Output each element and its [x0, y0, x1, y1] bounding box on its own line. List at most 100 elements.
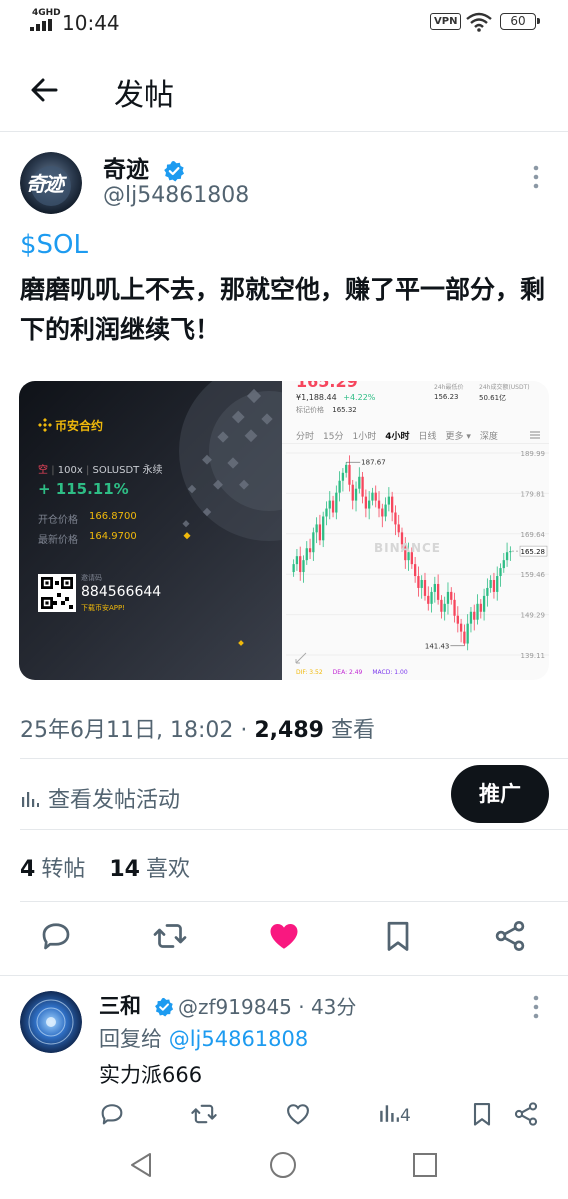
author-avatar[interactable]: 奇迹	[20, 152, 82, 214]
candle-body	[436, 583, 440, 600]
mark-price-row: 标记价格 165.32	[296, 405, 357, 415]
reply-share-button[interactable]	[512, 1100, 540, 1128]
price-cny-row: ¥1,188.44 +4.22%	[296, 393, 375, 402]
candle-body	[473, 611, 476, 620]
post-activity-link[interactable]: 查看发帖活动	[20, 782, 180, 814]
tab-divider	[282, 443, 549, 444]
candle-body	[322, 516, 325, 541]
candle-body	[459, 623, 463, 632]
candle-body	[315, 524, 318, 533]
high-label: 187.67	[361, 459, 386, 467]
candle-body	[328, 500, 331, 509]
candle-body	[325, 508, 328, 517]
candle-body	[502, 560, 505, 569]
views-icon	[380, 1105, 399, 1122]
reply-more-button[interactable]	[528, 994, 544, 1020]
analytics-icon	[22, 792, 39, 807]
candle-body	[496, 576, 499, 592]
interval-tab: 深度	[479, 432, 498, 442]
avatar-text: 奇迹	[26, 172, 64, 196]
reposts-count: 4	[20, 857, 36, 882]
candle-body	[492, 580, 496, 592]
candle-body	[299, 556, 302, 573]
candle-body	[440, 599, 443, 612]
cashtag-link[interactable]: $SOL	[20, 230, 88, 260]
reposts-stat[interactable]: 4 转帖	[20, 857, 85, 882]
macd-row: DIF: 3.52 DEA: 2.49 MACD: 1.00	[296, 669, 418, 676]
post-media[interactable]: 币安合约 空 | 100x | SOLUSDT 永续 + 115.11% 开仓价…	[19, 381, 549, 680]
candle-body	[433, 583, 436, 592]
candle-body	[482, 595, 486, 612]
more-vertical-icon	[533, 165, 539, 189]
author-handle[interactable]: @lj54861808	[103, 183, 249, 208]
likes-stat[interactable]: 14 喜欢	[109, 857, 190, 882]
low24-label: 24h最低价	[434, 384, 464, 391]
interval-tab: 4小时	[385, 432, 410, 442]
reply-handle[interactable]: @zf919845 · 43分	[178, 991, 356, 1020]
candle-body	[348, 464, 351, 485]
low-label: 141.43	[425, 642, 450, 650]
repost-button[interactable]	[152, 918, 188, 954]
candle-body	[351, 484, 354, 501]
candle-body	[397, 524, 400, 533]
reply-repost-button[interactable]	[190, 1100, 218, 1128]
candle-body	[371, 492, 374, 501]
candle-body	[479, 603, 482, 612]
nav-recents-icon[interactable]	[411, 1151, 439, 1179]
open-price-label: 开仓价格	[38, 515, 78, 526]
reply-avatar[interactable]	[20, 991, 82, 1053]
back-button[interactable]	[22, 70, 66, 110]
invite-label: 邀请码	[81, 574, 102, 582]
verified-badge-icon	[164, 160, 185, 181]
actions-divider	[0, 975, 568, 976]
interval-tab: 更多 ▾	[445, 432, 471, 442]
candle-body	[476, 603, 479, 620]
candle-body	[450, 591, 453, 600]
candle-body	[391, 496, 394, 513]
qr-code-icon	[41, 577, 73, 609]
vol24-label: 24h成交额(USDT)	[479, 384, 530, 391]
reply-like-button[interactable]	[284, 1100, 312, 1128]
author-name-text: 奇迹	[103, 157, 149, 183]
candle-body	[387, 496, 391, 505]
download-label: 下载币安APP!	[81, 604, 126, 612]
signal-icon	[30, 19, 52, 31]
share-button[interactable]	[492, 918, 528, 954]
post-body: 磨磨叽叽上不去，那就空他，赚了平一部分，剩下的利润继续飞！	[20, 275, 546, 344]
promote-button[interactable]: 推广	[451, 765, 549, 823]
nav-back-icon[interactable]	[126, 1150, 156, 1180]
candle-body	[466, 623, 469, 644]
y-tick-label: 189.99	[521, 450, 546, 458]
candle-body	[381, 508, 384, 517]
candle-body	[456, 615, 459, 624]
reply-button[interactable]	[38, 918, 74, 954]
candle-body	[430, 591, 433, 604]
page-title: 发帖	[114, 78, 174, 113]
candle-body	[338, 480, 341, 493]
bookmark-button[interactable]	[380, 918, 416, 954]
reply-bookmark-button[interactable]	[468, 1100, 496, 1128]
qr-code	[38, 574, 76, 612]
candle-body	[345, 464, 348, 473]
stats-divider	[20, 901, 568, 902]
reply-author[interactable]: 三和	[99, 990, 174, 1020]
reply-views-button[interactable]: 4	[378, 1102, 411, 1126]
share-icon	[495, 921, 525, 951]
like-button[interactable]	[266, 918, 302, 954]
reply-to-handle[interactable]: @lj54861808	[169, 1027, 309, 1051]
share-icon	[514, 1102, 538, 1126]
author-name[interactable]: 奇迹	[103, 150, 185, 184]
more-options-button[interactable]	[528, 164, 544, 190]
nav-home-icon[interactable]	[268, 1150, 298, 1180]
candle-body	[358, 476, 361, 489]
reply-reply-button[interactable]	[98, 1100, 126, 1128]
heart-filled-icon	[270, 924, 298, 949]
post-meta: 25年6月11日, 18:02 · 2,489 查看	[20, 712, 375, 744]
likes-label: 喜欢	[145, 857, 190, 882]
candle-body	[413, 564, 417, 577]
y-tick-label: 169.64	[521, 531, 546, 539]
reply-verified-icon	[155, 997, 174, 1017]
candle-body	[505, 552, 509, 561]
candle-body	[374, 492, 377, 501]
candle-body	[368, 500, 371, 509]
